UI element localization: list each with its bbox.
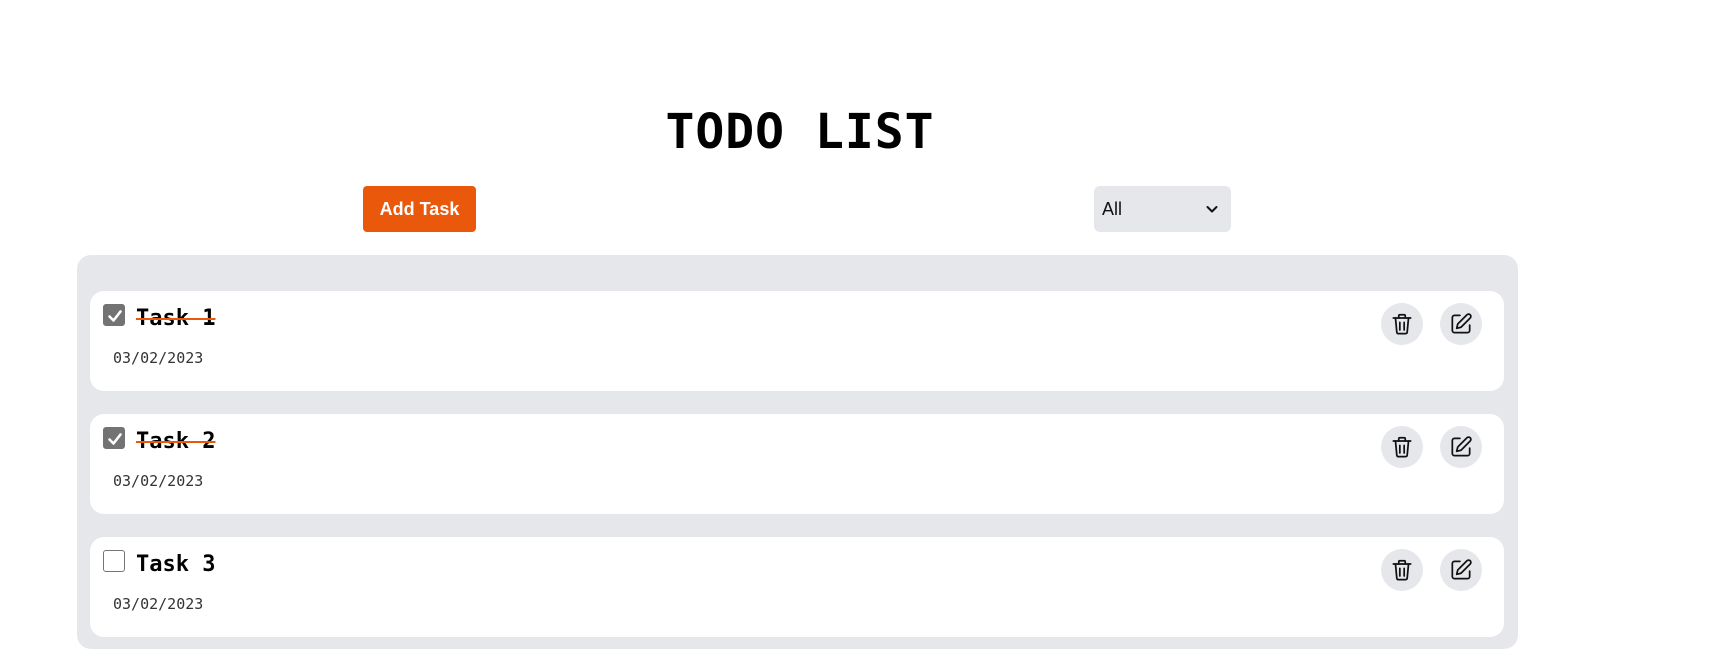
check-icon <box>108 310 122 322</box>
filter-selected-value: All <box>1102 198 1123 219</box>
task-checkbox[interactable] <box>103 304 125 326</box>
delete-task-button[interactable] <box>1381 426 1423 468</box>
delete-task-button[interactable] <box>1381 303 1423 345</box>
trash-icon <box>1392 436 1412 458</box>
task-checkbox[interactable] <box>103 427 125 449</box>
edit-task-button[interactable] <box>1440 549 1482 591</box>
trash-icon <box>1392 313 1412 335</box>
filter-select[interactable]: All <box>1094 186 1231 232</box>
task-item: Task 3 03/02/2023 <box>90 537 1504 637</box>
delete-task-button[interactable] <box>1381 549 1423 591</box>
task-checkbox[interactable] <box>103 550 125 572</box>
add-task-button[interactable]: Add Task <box>363 186 476 232</box>
task-list: Task 1 03/02/2023 Task 2 03/02/2023 Task… <box>77 255 1518 649</box>
page-title: TODO LIST <box>665 104 935 160</box>
task-title: Task 2 <box>136 429 216 454</box>
edit-icon <box>1451 313 1472 334</box>
edit-icon <box>1451 559 1472 580</box>
task-title: Task 3 <box>136 552 216 577</box>
trash-icon <box>1392 559 1412 581</box>
check-icon <box>108 433 122 445</box>
task-date: 03/02/2023 <box>113 349 204 367</box>
edit-task-button[interactable] <box>1440 303 1482 345</box>
task-item: Task 2 03/02/2023 <box>90 414 1504 514</box>
task-date: 03/02/2023 <box>113 472 204 490</box>
edit-icon <box>1451 436 1472 457</box>
task-title: Task 1 <box>136 306 216 331</box>
task-item: Task 1 03/02/2023 <box>90 291 1504 391</box>
chevron-down-icon <box>1205 202 1219 216</box>
edit-task-button[interactable] <box>1440 426 1482 468</box>
task-date: 03/02/2023 <box>113 595 204 613</box>
